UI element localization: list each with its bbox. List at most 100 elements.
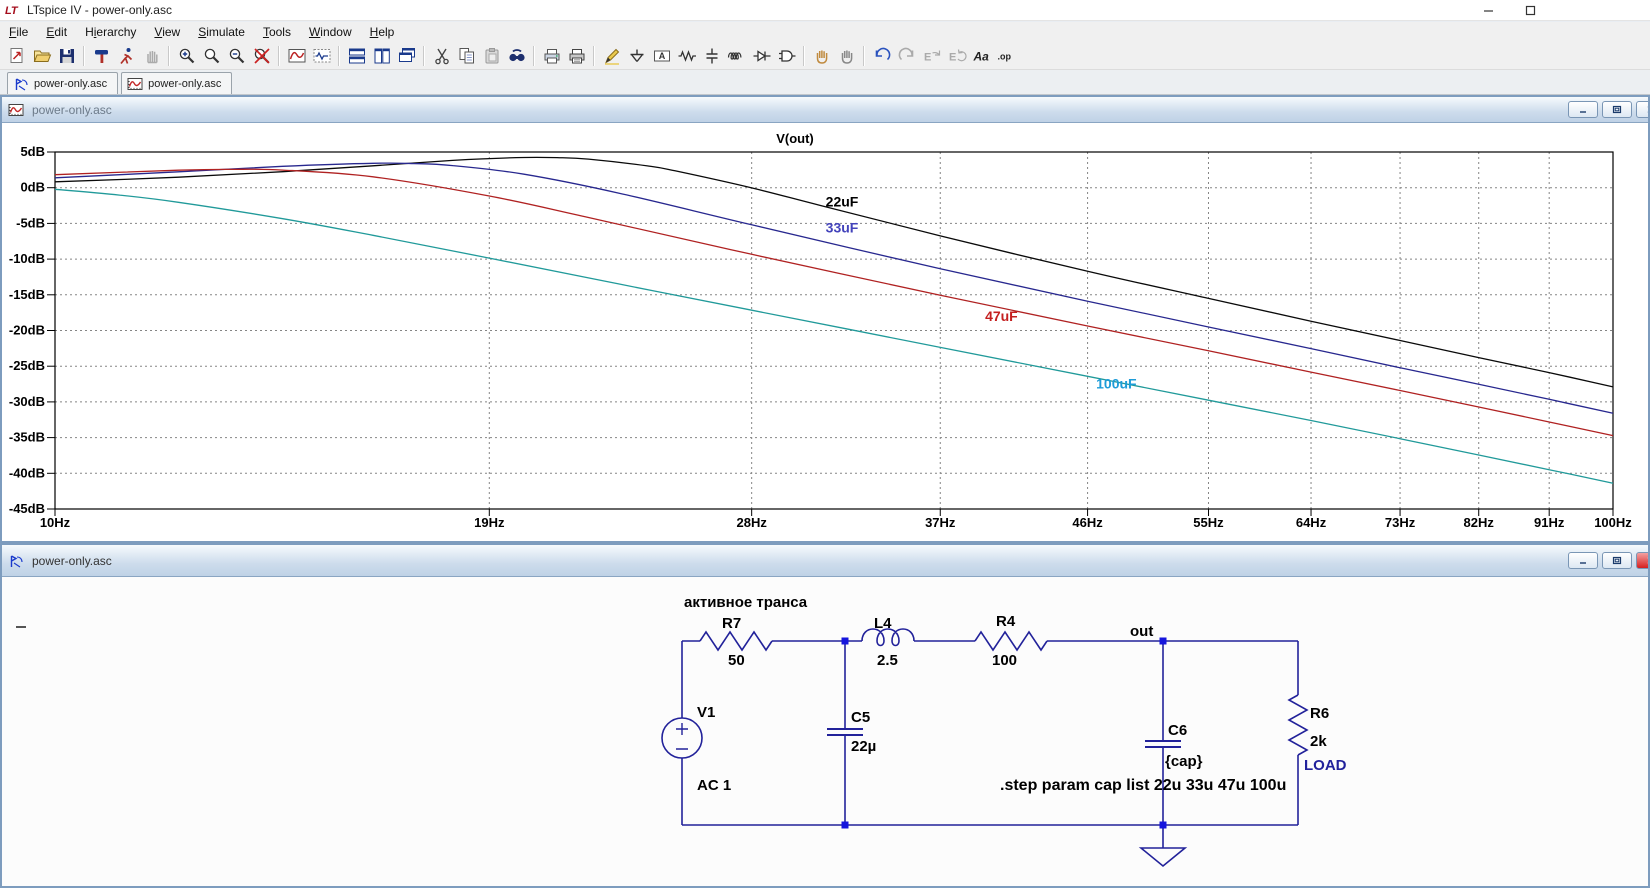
net-label-out[interactable]: out [1130,623,1153,640]
component-value-V1[interactable]: AC 1 [697,777,731,794]
menu-file[interactable]: File [0,22,37,42]
toolbar-capacitor-button[interactable] [699,44,724,68]
ground-icon [627,46,647,66]
load-label[interactable]: LOAD [1304,757,1347,774]
waveform-minimize-button[interactable] [1568,101,1598,118]
menu-edit[interactable]: Edit [37,22,76,42]
toolbar-text-button[interactable]: Aa [969,44,994,68]
toolbar-zoom-out-button[interactable] [224,44,249,68]
toolbar-open-button[interactable] [29,44,54,68]
toolbar-separator [593,46,595,66]
toolbar-undo-button[interactable] [869,44,894,68]
tab-waveform-power-only.asc[interactable]: power-only.asc [121,72,232,94]
minimize-icon [1483,5,1494,16]
open-icon [32,46,52,66]
toolbar-zoom-full-button[interactable] [249,44,274,68]
component-name-R6[interactable]: R6 [1310,705,1329,722]
component-value-C6[interactable]: {cap} [1165,753,1203,770]
component-value-L4[interactable]: 2.5 [877,652,898,669]
toolbar-find-button[interactable] [504,44,529,68]
minimize-icon [1578,556,1588,565]
drag-icon [837,46,857,66]
tile-horizontal-icon [347,46,367,66]
trace-label-100uF: 100uF [1096,375,1137,391]
toolbar-copy-button[interactable] [454,44,479,68]
maximize-button[interactable] [1510,0,1550,21]
toolbar-cascade-button[interactable] [394,44,419,68]
component-value-R7[interactable]: 50 [728,652,745,669]
toolbar-label-net-button[interactable]: A [649,44,674,68]
menu-simulate[interactable]: Simulate [189,22,254,42]
toolbar-schematic-view-button[interactable] [309,44,334,68]
paste-icon [482,46,502,66]
toolbar-zoom-pan-button[interactable] [199,44,224,68]
toolbar-inductor-button[interactable] [724,44,749,68]
toolbar-wire-button[interactable] [599,44,624,68]
component-name-V1[interactable]: V1 [697,704,715,721]
x-axis-label: 37Hz [925,515,956,530]
schematic-window-titlebar: power-only.asc [2,545,1648,577]
tab-schematic-power-only.asc[interactable]: power-only.asc [7,72,118,94]
component-name-C6[interactable]: C6 [1168,722,1187,739]
toolbar-component-button[interactable] [774,44,799,68]
y-axis-label: 5dB [20,144,45,159]
toolbar-control-panel-button[interactable] [89,44,114,68]
menu-hierarchy[interactable]: Hierarchy [76,22,145,42]
toolbar-waveform-view-button[interactable] [284,44,309,68]
waveform-plot-canvas[interactable]: V(out)10Hz19Hz28Hz37Hz46Hz55Hz64Hz73Hz82… [0,123,1650,541]
toolbar-separator [278,46,280,66]
waveform-restore-button[interactable] [1602,101,1632,118]
toolbar-print-setup-button[interactable] [539,44,564,68]
waveform-window-controls [1564,101,1650,118]
component-value-R4[interactable]: 100 [992,652,1017,669]
y-axis-label: -15dB [9,287,45,302]
y-axis-label: -10dB [9,251,45,266]
print-icon [567,46,587,66]
waveform-close-button[interactable] [1636,101,1650,118]
annotation-text[interactable]: активное транса [684,594,808,611]
toolbar-drag-button[interactable] [834,44,859,68]
menu-view[interactable]: View [145,22,189,42]
move-icon [812,46,832,66]
toolbar-tile-horizontal-button[interactable] [344,44,369,68]
trace-label-47uF: 47uF [985,308,1018,324]
toolbar-new-schematic-button[interactable] [4,44,29,68]
maximize-icon [1525,5,1536,16]
wire-junction-node [842,638,849,645]
toolbar-ground-button[interactable] [624,44,649,68]
toolbar-print-button[interactable] [564,44,589,68]
ltspice-logo-icon: LT [5,2,21,18]
schematic-restore-button[interactable] [1602,552,1632,569]
component-value-C5[interactable]: 22µ [851,738,876,755]
menu-window[interactable]: Window [300,22,361,42]
spice-directive-text[interactable]: .step param cap list 22u 33u 47u 100u [1000,777,1286,794]
waveform-window: power-only.asc V(out)10Hz19Hz28Hz37Hz46H… [0,95,1650,543]
schematic-minimize-button[interactable] [1568,552,1598,569]
close-icon [1646,556,1650,565]
text-icon: Aa [972,46,992,66]
menu-help[interactable]: Help [361,22,404,42]
toolbar-spice-directive-button[interactable]: .op [994,44,1019,68]
schematic-close-button[interactable] [1636,552,1650,569]
toolbar-halt-button [139,44,164,68]
component-name-R7[interactable]: R7 [722,615,741,632]
toolbar-resistor-button[interactable] [674,44,699,68]
undo-icon [872,46,892,66]
toolbar-run-button[interactable] [114,44,139,68]
component-name-L4[interactable]: L4 [874,615,892,632]
toolbar-diode-button[interactable] [749,44,774,68]
toolbar-cut-button[interactable] [429,44,454,68]
component-value-R6[interactable]: 2k [1310,733,1327,750]
toolbar-redo-button [894,44,919,68]
zoom-in-icon [177,46,197,66]
toolbar-move-button[interactable] [809,44,834,68]
toolbar-save-button[interactable] [54,44,79,68]
component-name-R4[interactable]: R4 [996,613,1016,630]
toolbar-tile-vertical-button[interactable] [369,44,394,68]
schematic-canvas[interactable]: активное транса out .step param cap list 2… [0,577,1650,888]
component-name-C5[interactable]: C5 [851,709,870,726]
svg-text:LT: LT [5,5,19,17]
minimize-button[interactable] [1468,0,1508,21]
toolbar-zoom-in-button[interactable] [174,44,199,68]
menu-tools[interactable]: Tools [254,22,300,42]
